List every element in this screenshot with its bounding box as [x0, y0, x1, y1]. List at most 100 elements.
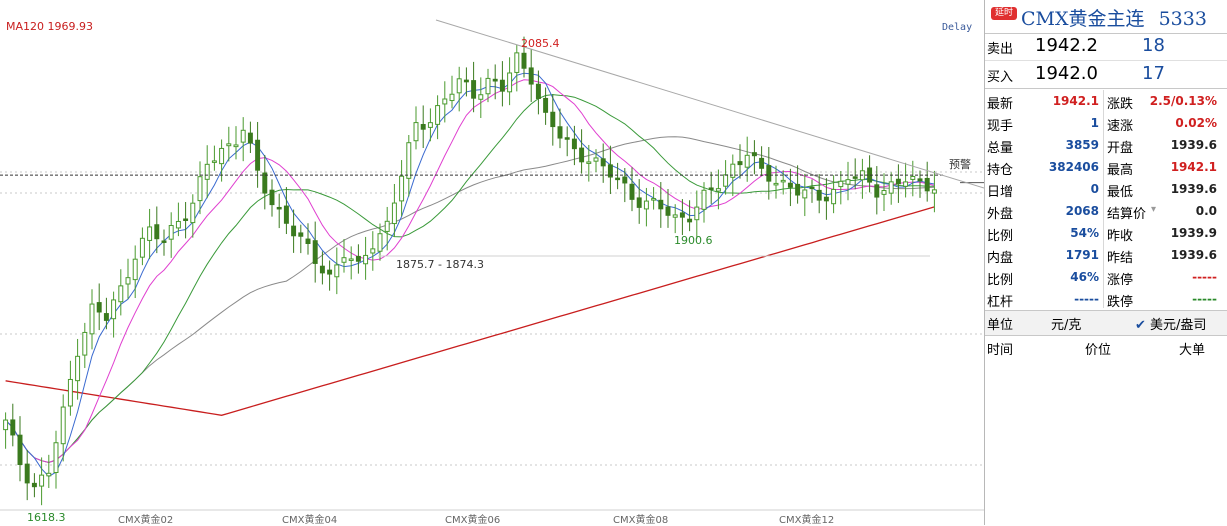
candle-body: [219, 147, 225, 165]
candle-body: [319, 265, 325, 274]
col-price: 价位: [1085, 343, 1112, 358]
x-label-3: CMX黄金06: [445, 515, 501, 526]
quote-row: 外盘 2068 结算价 ▾ 0.0: [985, 200, 1227, 222]
unit-value[interactable]: 元/克: [1051, 314, 1081, 333]
candle-body: [96, 302, 102, 313]
quote-value: 1791: [1065, 248, 1099, 262]
candle-body: [391, 202, 397, 225]
candle-body: [147, 226, 153, 241]
candle-body: [3, 419, 9, 431]
quote-label: 杠杆: [987, 295, 1014, 310]
candle-body: [679, 212, 685, 218]
kline-chart[interactable]: MA120 1969.93 Delay 预警 2085.4 1618.3 190…: [0, 0, 984, 526]
candle-body: [931, 189, 937, 194]
candle-body: [240, 129, 246, 143]
candle-body: [334, 264, 340, 278]
sell-volume: 18: [1142, 35, 1165, 56]
candle-body: [579, 147, 585, 163]
candle-body: [298, 232, 304, 237]
quote-value: 0.02%: [1175, 116, 1217, 130]
candle-body: [10, 419, 16, 436]
candle-body: [190, 202, 196, 224]
quote-value: 1: [1090, 116, 1099, 130]
quote-label: 涨停: [1107, 273, 1134, 288]
x-label-1: CMX黄金02: [118, 515, 174, 526]
buy-price: 1942.0: [1035, 63, 1098, 84]
kline-chart-canvas[interactable]: [0, 0, 984, 525]
ma20-line: [5, 94, 935, 464]
quote-label: 昨收: [1107, 229, 1134, 244]
candle-body: [766, 165, 772, 182]
candle-body: [557, 126, 563, 139]
candle-body: [874, 184, 880, 198]
candle-body: [751, 152, 757, 157]
chart-grid: [0, 171, 984, 511]
divider: [985, 88, 1227, 89]
candle-body: [816, 189, 822, 201]
warn-label[interactable]: 预警: [949, 156, 971, 172]
quote-label: 比例: [987, 229, 1014, 244]
candle-body: [600, 158, 606, 167]
candle-body: [615, 177, 621, 181]
unit-label: 单位: [987, 318, 1014, 333]
buy-row: 买入 1942.0 17: [985, 61, 1227, 89]
quote-label: 外盘: [987, 207, 1014, 222]
candle-body: [643, 200, 649, 210]
candle-body: [744, 154, 750, 168]
candle-body: [139, 237, 145, 258]
candle-body: [204, 163, 210, 180]
candle-body: [895, 178, 901, 185]
candle-body: [226, 143, 232, 147]
trend-line: [435, 19, 984, 189]
quote-value: 1939.6: [1170, 182, 1217, 196]
instrument-code: 5333: [1158, 8, 1207, 30]
quote-value: 0.0: [1195, 204, 1217, 218]
candle-body: [463, 79, 469, 83]
candle-body: [161, 240, 167, 243]
quote-label: 内盘: [987, 251, 1014, 266]
candle-body: [118, 285, 124, 303]
quote-label: 跌停: [1107, 295, 1134, 310]
quote-label: 日增: [987, 185, 1014, 200]
quote-value: 382406: [1048, 160, 1099, 174]
quote-value: 1942.1: [1052, 94, 1099, 108]
candle-body: [442, 98, 448, 105]
candle-body: [175, 220, 181, 229]
candle-body: [103, 313, 109, 321]
candle-body: [780, 179, 786, 183]
quote-value: 46%: [1070, 270, 1099, 284]
candle-body: [723, 174, 729, 187]
candle-body: [355, 255, 361, 262]
candle-body: [255, 139, 261, 171]
candle-body: [831, 188, 837, 205]
candle-body: [75, 355, 81, 382]
candle-body: [514, 52, 520, 73]
candle-body: [521, 52, 527, 69]
candle-body: [67, 378, 73, 407]
candle-body: [802, 189, 808, 199]
candle-body: [636, 197, 642, 208]
candle-body: [154, 224, 160, 240]
candle-body: [247, 132, 253, 144]
currency-option-label: 美元/盎司: [1150, 318, 1207, 333]
quote-row: 日增 0 最低 1939.6: [985, 178, 1227, 200]
quote-value: 1939.6: [1170, 138, 1217, 152]
quote-label: 总量: [987, 141, 1014, 156]
candle-body: [269, 189, 275, 206]
high-annotation: 2085.4: [521, 37, 560, 50]
candle-body: [233, 144, 239, 148]
candle-body: [420, 124, 426, 130]
candle-body: [262, 172, 268, 194]
quote-value: -----: [1074, 292, 1099, 306]
quote-row: 比例 46% 涨停 -----: [985, 266, 1227, 288]
currency-option[interactable]: ✔ 美元/盎司: [1135, 314, 1206, 333]
candle-body: [31, 482, 37, 488]
quote-value: -----: [1192, 270, 1217, 284]
quote-value: 2.5/0.13%: [1149, 94, 1217, 108]
unit-row: 单位 元/克 ✔ 美元/盎司: [985, 310, 1227, 336]
candle-body: [687, 218, 693, 223]
candle-body: [550, 111, 556, 128]
candle-body: [838, 180, 844, 188]
candle-body: [773, 182, 779, 186]
candle-body: [384, 220, 390, 232]
